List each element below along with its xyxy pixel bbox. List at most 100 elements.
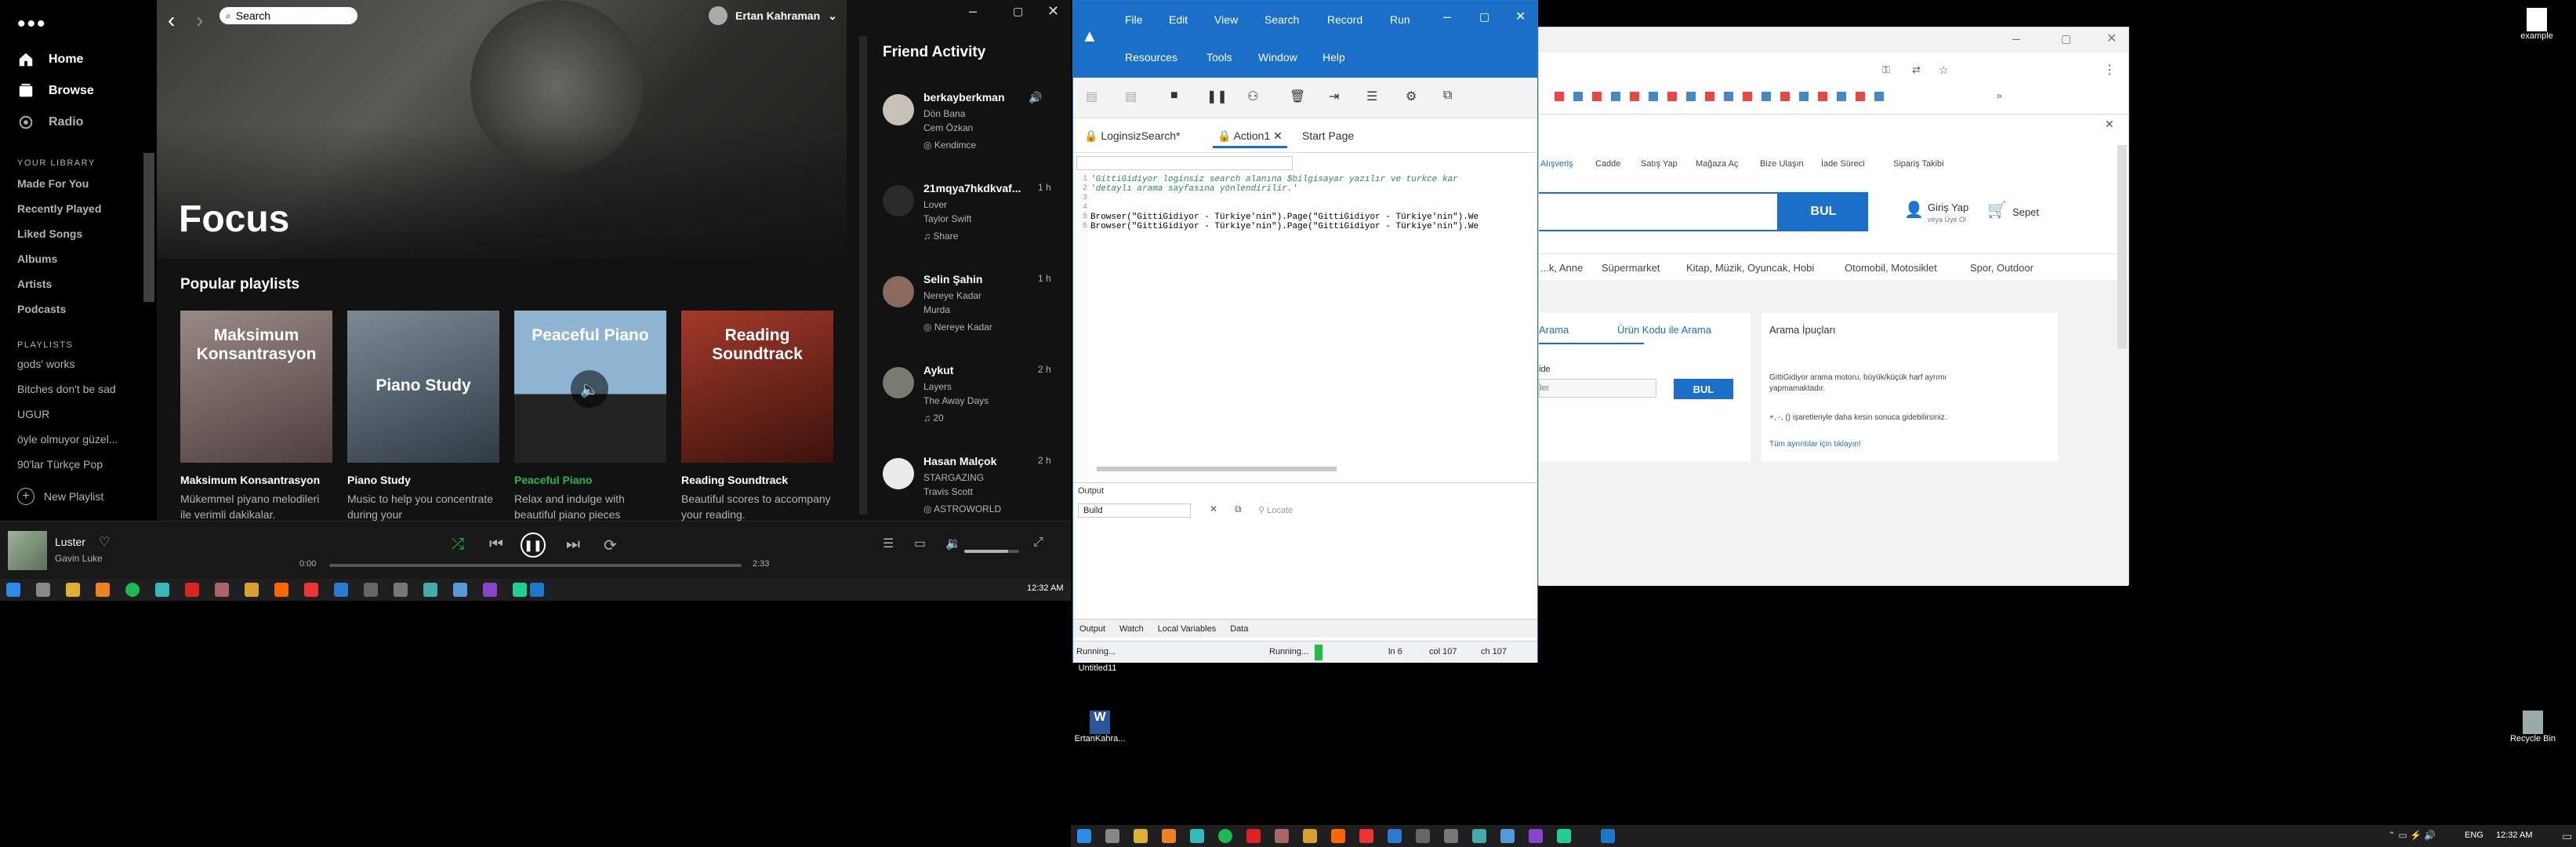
- friend-context[interactable]: ♫ Share: [923, 231, 958, 242]
- close-icon[interactable]: ✕: [2106, 31, 2117, 46]
- start-icon[interactable]: [6, 583, 20, 597]
- cart-icon[interactable]: 🛒: [1987, 200, 2007, 220]
- desktop-icon[interactable]: Recycle Bin: [2505, 711, 2560, 743]
- vscode-icon[interactable]: [1388, 829, 1402, 843]
- library-item[interactable]: Made For You: [17, 177, 89, 190]
- menu-window[interactable]: Window: [1258, 51, 1297, 64]
- menu-file[interactable]: File: [1125, 13, 1143, 26]
- register-link[interactable]: veya Üye Ol: [1928, 216, 1966, 224]
- app-icon[interactable]: [1472, 829, 1486, 843]
- playlist-item[interactable]: UGUR: [17, 408, 127, 420]
- window-icon[interactable]: ⧉: [1443, 89, 1452, 103]
- progress-bar[interactable]: [329, 564, 742, 567]
- uft-icon[interactable]: [530, 583, 544, 597]
- nav-browse[interactable]: Browse: [17, 77, 94, 105]
- app-icon[interactable]: [1557, 829, 1571, 843]
- spotify-search-input[interactable]: ⌕ Search: [220, 7, 357, 24]
- save-all-icon[interactable]: ▤: [1125, 89, 1137, 104]
- desktop-icon[interactable]: example: [2513, 8, 2560, 41]
- friend-name[interactable]: 21mqya7hkdkvaf...: [923, 182, 1021, 194]
- library-item[interactable]: Recently Played: [17, 202, 101, 215]
- restore-icon[interactable]: ▢: [1479, 10, 1489, 24]
- app-icon[interactable]: [155, 583, 169, 597]
- fullscreen-icon[interactable]: ⤢: [1033, 536, 1043, 550]
- top-link[interactable]: Alışveriş: [1540, 159, 1573, 169]
- close-icon[interactable]: ✕: [1273, 129, 1283, 142]
- user-icon[interactable]: 👤: [1904, 200, 1924, 220]
- app-icon[interactable]: [483, 583, 497, 597]
- app-icon[interactable]: [513, 583, 527, 597]
- page-scrollbar[interactable]: [2117, 145, 2127, 349]
- top-link[interactable]: Satış Yap: [1641, 159, 1678, 169]
- top-link[interactable]: İade Süreci: [1821, 159, 1865, 169]
- file-explorer-icon[interactable]: [66, 583, 80, 597]
- friend-name[interactable]: Selin Şahin: [923, 273, 982, 285]
- menu-record[interactable]: Record: [1327, 13, 1362, 26]
- cart-link[interactable]: Sepet: [2012, 206, 2039, 218]
- playlist-card[interactable]: Maksimum Konsantrasyon Maksimum Konsantr…: [180, 311, 332, 522]
- category-item[interactable]: Spor, Outdoor: [1970, 262, 2034, 274]
- playlist-card[interactable]: Piano Study Piano Study Music to help yo…: [347, 311, 499, 522]
- menu-resources[interactable]: Resources: [1125, 51, 1177, 64]
- file-explorer-icon[interactable]: [1134, 829, 1148, 843]
- vlc-icon[interactable]: [1162, 829, 1176, 843]
- next-icon[interactable]: ⏭: [566, 536, 580, 554]
- friend-artist[interactable]: Travis Scott: [923, 486, 973, 497]
- top-link[interactable]: Sipariş Takibi: [1893, 159, 1944, 169]
- menu-run[interactable]: Run: [1390, 13, 1410, 26]
- friend-artist[interactable]: Cem Özkan: [923, 122, 973, 133]
- top-link[interactable]: Bize Ulaşın: [1760, 159, 1804, 169]
- firefox-icon[interactable]: [1331, 829, 1345, 843]
- volume-slider[interactable]: [964, 550, 1019, 553]
- repeat-icon[interactable]: ⟳: [604, 536, 617, 555]
- restore-icon[interactable]: ▢: [1013, 5, 1023, 18]
- list-icon[interactable]: ☰: [1366, 89, 1377, 104]
- sidebar-scrollbar[interactable]: [143, 153, 154, 302]
- track-artist[interactable]: Gavin Luke: [55, 553, 103, 564]
- friend-context[interactable]: ◎ Kendimce: [923, 140, 976, 151]
- menu-search[interactable]: Search: [1264, 13, 1299, 26]
- devices-icon[interactable]: ▭: [914, 536, 926, 551]
- tips-link[interactable]: Tüm ayrıntılar için tıklayın!: [1769, 440, 1861, 449]
- category-item[interactable]: Kitap, Müzik, Oyuncak, Hobi: [1686, 262, 1814, 274]
- friend-entry[interactable]: 21mqya7hkdkvaf... 1 h Lover Taylor Swift…: [883, 182, 1063, 253]
- tab-action1[interactable]: 🔒 Action1 ✕: [1213, 126, 1287, 148]
- desktop-icon[interactable]: Untitled11: [1074, 663, 1121, 673]
- close-icon[interactable]: ✕: [1515, 9, 1526, 24]
- menu-help[interactable]: Help: [1322, 51, 1345, 64]
- category-item[interactable]: Süpermarket: [1602, 262, 1660, 274]
- menu-view[interactable]: View: [1214, 13, 1238, 26]
- app-icon[interactable]: [215, 583, 229, 597]
- language-indicator[interactable]: ENG: [2465, 831, 2483, 840]
- new-playlist-button[interactable]: + New Playlist: [17, 488, 103, 505]
- scope-dropdown[interactable]: Main: [1076, 156, 1293, 170]
- friend-entry[interactable]: Selin Şahin 1 h Nereye Kadar Murda ◎ Ner…: [883, 273, 1063, 344]
- friend-song[interactable]: Lover: [923, 199, 947, 210]
- friend-song[interactable]: Dön Bana: [923, 108, 965, 119]
- minimize-icon[interactable]: –: [1443, 9, 1451, 25]
- tab-watch[interactable]: Watch: [1119, 624, 1144, 634]
- vlc-icon[interactable]: [96, 583, 110, 597]
- app-icon[interactable]: [1246, 829, 1261, 843]
- app-icon[interactable]: [1529, 829, 1543, 843]
- forward-arrow-icon[interactable]: ›: [196, 8, 203, 33]
- shuffle-icon[interactable]: ⤮: [452, 536, 464, 554]
- friend-entry[interactable]: Aykut 2 h Layers The Away Days ♫ 20: [883, 364, 1063, 434]
- playlist-item[interactable]: öyle olmuyor güzel...: [17, 433, 127, 445]
- volume-icon[interactable]: 🔉: [945, 536, 961, 551]
- friend-entry[interactable]: Hasan Malçok 2 h STARGAZING Travis Scott…: [883, 455, 1063, 521]
- tab-local-variables[interactable]: Local Variables: [1158, 624, 1216, 634]
- chrome-icon[interactable]: [1303, 829, 1317, 843]
- record-options-icon[interactable]: ⚇: [1247, 89, 1258, 104]
- app-icon[interactable]: [1190, 829, 1204, 843]
- task-view-icon[interactable]: [1105, 829, 1119, 843]
- app-icon[interactable]: [364, 583, 378, 597]
- tab-data[interactable]: Data: [1230, 624, 1248, 634]
- queue-icon[interactable]: ☰: [883, 536, 894, 551]
- star-icon[interactable]: ☆: [1939, 64, 1949, 77]
- playlist-item[interactable]: Bitches don't be sad: [17, 383, 127, 395]
- minimize-icon[interactable]: –: [2012, 31, 2020, 47]
- category-item[interactable]: Otomobil, Motosiklet: [1845, 262, 1937, 274]
- start-icon[interactable]: [1077, 829, 1091, 843]
- pause-icon[interactable]: ❚❚: [1206, 89, 1228, 104]
